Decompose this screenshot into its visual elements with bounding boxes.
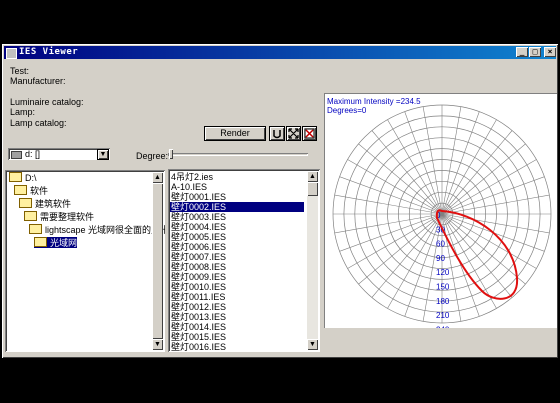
ring-label: 150: [436, 283, 450, 292]
file-item[interactable]: 4吊灯2.ies: [170, 172, 304, 182]
file-item[interactable]: 壁灯0008.IES: [170, 262, 304, 272]
polar-grid: 0306090120150180210240: [332, 104, 552, 328]
app-icon: [6, 48, 17, 59]
light-toggle-icon: [273, 130, 281, 139]
drive-icon: [11, 151, 22, 159]
file-list-scrollbar[interactable]: ▲ ▼: [307, 171, 318, 350]
directory-item[interactable]: 软件: [14, 185, 48, 196]
fit-view-button[interactable]: [287, 127, 300, 140]
file-item[interactable]: 壁灯0005.IES: [170, 232, 304, 242]
scroll-up-icon[interactable]: ▲: [307, 171, 318, 182]
maximize-button[interactable]: □: [529, 47, 541, 57]
test-label: Test:: [10, 66, 30, 76]
export-icon: [304, 128, 315, 139]
directory-item[interactable]: D:\: [9, 172, 37, 183]
ring-label: 240: [436, 325, 450, 328]
file-item[interactable]: 壁灯0006.IES: [170, 242, 304, 252]
luminaire-catalog-label: Luminaire catalog:: [10, 97, 84, 107]
file-item[interactable]: 壁灯0004.IES: [170, 222, 304, 232]
lamp-label: Lamp:: [10, 107, 36, 117]
directory-label: 光域网: [50, 238, 78, 248]
window-title: IES Viewer: [19, 47, 79, 57]
minimize-button[interactable]: _: [516, 47, 528, 57]
directory-item[interactable]: lightscape 光域网很全面的几十个: [29, 224, 165, 235]
file-item[interactable]: 壁灯0011.IES: [170, 292, 304, 302]
degree-slider[interactable]: [168, 149, 308, 163]
scroll-up-icon[interactable]: ▲: [152, 172, 163, 183]
scroll-thumb[interactable]: [152, 183, 163, 339]
folder-icon: [34, 237, 47, 247]
folder-icon: [19, 198, 32, 208]
title-bar[interactable]: IES Viewer _ □ ×: [4, 46, 556, 59]
scroll-down-icon[interactable]: ▼: [307, 339, 318, 350]
file-item[interactable]: 壁灯0007.IES: [170, 252, 304, 262]
directory-list[interactable]: D:\ 软件建筑软件需要整理软件 lightscape 光域网很全面的几十个光域网: [5, 170, 165, 352]
directory-label: 软件: [30, 186, 49, 196]
lamp-catalog-label: Lamp catalog:: [10, 118, 67, 128]
photometric-plot: Maximum Intensity =234.5 Degrees=0 0 30 60…: [324, 93, 557, 328]
directory-label: 需要整理软件: [40, 212, 95, 222]
ring-label: 90: [436, 254, 445, 263]
file-item[interactable]: 壁灯0016.IES: [170, 342, 304, 352]
directory-scrollbar[interactable]: ▲ ▼: [152, 172, 163, 350]
manufacturer-label: Manufacturer:: [10, 76, 66, 86]
degree-label: Degree:: [136, 151, 169, 161]
file-item[interactable]: 壁灯0012.IES: [170, 302, 304, 312]
file-item[interactable]: 壁灯0002.IES: [170, 202, 304, 212]
file-item[interactable]: 壁灯0001.IES: [170, 192, 304, 202]
ring-label: 210: [436, 311, 450, 320]
directory-label: 建筑软件: [35, 199, 72, 209]
fit-view-icon: [288, 128, 299, 139]
ring-label: 180: [436, 297, 450, 306]
slider-track: [168, 153, 308, 156]
light-toggle-button[interactable]: [270, 127, 284, 140]
ring-label: 120: [436, 268, 450, 277]
chevron-down-icon[interactable]: ▼: [98, 150, 108, 159]
render-button[interactable]: Render: [205, 127, 265, 140]
directory-label: lightscape 光域网很全面的几十个: [45, 225, 165, 235]
file-item[interactable]: 壁灯0010.IES: [170, 282, 304, 292]
folder-icon: [14, 185, 27, 195]
file-item[interactable]: 壁灯0015.IES: [170, 332, 304, 342]
folder-icon: [24, 211, 37, 221]
file-list[interactable]: 4吊灯2.ies A-10.IES 壁灯0001.IES 壁灯0002.IES 壁灯00…: [168, 169, 320, 352]
file-item[interactable]: 壁灯0003.IES: [170, 212, 304, 222]
directory-item[interactable]: 光域网: [34, 237, 78, 248]
scroll-down-icon[interactable]: ▼: [152, 339, 163, 350]
ring-label: 60: [436, 240, 445, 249]
close-button[interactable]: ×: [544, 47, 556, 57]
export-button[interactable]: [303, 127, 316, 140]
file-item[interactable]: 壁灯0014.IES: [170, 322, 304, 332]
folder-icon: [29, 224, 42, 234]
directory-label: D:\: [25, 173, 37, 183]
folder-icon: [9, 172, 22, 182]
slider-thumb[interactable]: [169, 149, 173, 159]
scroll-thumb[interactable]: [307, 182, 318, 196]
directory-item[interactable]: 建筑软件: [19, 198, 71, 209]
file-item[interactable]: 壁灯0009.IES: [170, 272, 304, 282]
file-item[interactable]: 壁灯0013.IES: [170, 312, 304, 322]
directory-item[interactable]: 需要整理软件: [24, 211, 94, 222]
drive-select-value: d: []: [25, 149, 41, 159]
file-item[interactable]: A-10.IES: [170, 182, 304, 192]
drive-select[interactable]: d: [] ▼: [8, 148, 110, 160]
